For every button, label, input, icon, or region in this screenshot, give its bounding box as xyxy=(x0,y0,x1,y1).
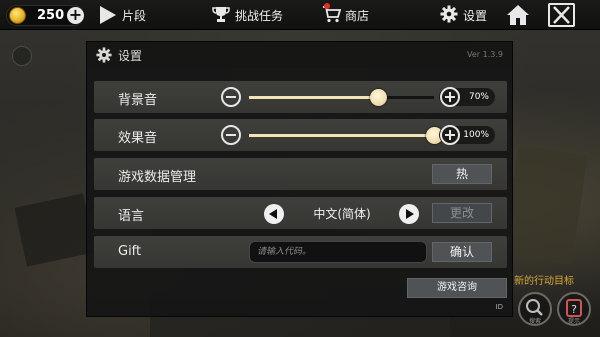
language-change-button[interactable]: 更改 xyxy=(432,203,492,223)
bgm-increase-button[interactable] xyxy=(440,87,460,107)
sfx-row: 效果音 100% xyxy=(94,119,507,151)
top-bar: 250 + 片段 挑战任务 商店 设置 xyxy=(0,0,600,30)
gift-code-placeholder: 请输入代码。 xyxy=(257,247,312,257)
bgm-decrease-button[interactable] xyxy=(221,87,241,107)
gift-code-input[interactable]: 请输入代码。 xyxy=(249,241,427,263)
bgm-row: 背景音 70% xyxy=(94,81,507,113)
game-consult-button[interactable]: 游戏咨询 xyxy=(407,278,507,298)
nav-clips[interactable]: 片段 xyxy=(100,5,160,25)
data-management-button[interactable]: 热 xyxy=(432,164,492,184)
sfx-decrease-button[interactable] xyxy=(221,125,241,145)
arrow-left-icon xyxy=(269,209,277,219)
hint-hud-label: 提示 xyxy=(567,318,580,325)
sfx-increase-button[interactable] xyxy=(440,125,460,145)
notification-dot xyxy=(324,3,330,9)
gift-confirm-button[interactable]: 确认 xyxy=(432,242,492,262)
language-row: 语言 中文(简体) 更改 xyxy=(94,197,507,229)
dialog-title: 设置 xyxy=(118,49,143,63)
hint-hud-button[interactable]: ? 提示 xyxy=(557,292,591,326)
trophy-icon xyxy=(212,7,230,22)
nav-challenges[interactable]: 挑战任务 xyxy=(212,5,292,25)
home-icon[interactable] xyxy=(505,3,531,27)
nav-challenges-label: 挑战任务 xyxy=(235,9,284,23)
data-management-row: 游戏数据管理 热 xyxy=(94,158,507,190)
coin-amount: 250 xyxy=(37,8,65,23)
language-next-button[interactable] xyxy=(399,204,419,224)
coin-icon xyxy=(9,7,26,24)
data-management-label: 游戏数据管理 xyxy=(118,170,197,185)
close-icon xyxy=(553,6,570,24)
settings-dialog: 设置 Ver 1.3.9 背景音 70% 效果音 100% 游戏数据管理 热 语… xyxy=(86,41,513,317)
bgm-slider-knob[interactable] xyxy=(370,89,387,106)
svg-text:?: ? xyxy=(571,303,577,316)
close-button[interactable] xyxy=(548,3,575,27)
version-label: Ver 1.3.9 xyxy=(467,50,503,59)
left-hud-button[interactable] xyxy=(12,46,32,66)
gear-icon xyxy=(440,5,458,23)
sfx-slider-fill xyxy=(249,134,434,137)
id-label: ID xyxy=(495,303,503,311)
bgm-percent: 70% xyxy=(468,92,489,102)
bgm-label: 背景音 xyxy=(118,93,158,108)
nav-clips-label: 片段 xyxy=(122,9,147,23)
nav-shop-label: 商店 xyxy=(345,9,370,23)
sfx-label: 效果音 xyxy=(118,131,158,146)
gear-icon xyxy=(96,47,112,63)
dialog-header: 设置 Ver 1.3.9 xyxy=(87,42,512,68)
search-hud-button[interactable]: 搜索 xyxy=(518,292,552,326)
sfx-percent: 100% xyxy=(463,130,489,140)
nav-settings[interactable]: 设置 xyxy=(440,5,500,25)
gift-label: Gift xyxy=(118,244,142,259)
play-icon xyxy=(100,6,116,24)
gift-row: Gift 请输入代码。 确认 xyxy=(94,236,507,268)
search-hud-label: 搜索 xyxy=(528,318,541,325)
bgm-slider-track[interactable] xyxy=(249,96,434,99)
nav-settings-label: 设置 xyxy=(463,9,488,23)
bgm-slider-fill xyxy=(249,96,379,99)
sfx-slider-track[interactable] xyxy=(249,134,434,137)
coin-counter: 250 + xyxy=(6,5,84,26)
language-value: 中文(简体) xyxy=(313,207,371,221)
new-objective-text: 新的行动目标 xyxy=(514,276,574,287)
language-label: 语言 xyxy=(118,209,145,224)
arrow-right-icon xyxy=(406,209,414,219)
nav-shop[interactable]: 商店 xyxy=(322,3,382,25)
add-coins-button[interactable]: + xyxy=(67,7,84,24)
